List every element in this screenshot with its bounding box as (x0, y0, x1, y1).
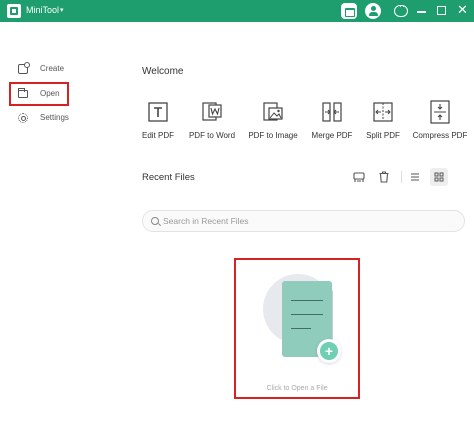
toolbar-divider (401, 171, 402, 183)
chat-icon[interactable] (394, 1, 408, 17)
search-box[interactable] (142, 210, 465, 232)
sidebar-item-create[interactable]: Create (12, 59, 72, 79)
tool-label: PDF to Word (188, 131, 236, 140)
user-icon[interactable] (365, 3, 381, 19)
open-file-dropzone[interactable]: + Click to Open a File (234, 258, 360, 399)
open-file-caption: Click to Open a File (266, 385, 328, 392)
add-file-plus-icon[interactable]: + (317, 339, 341, 363)
search-icon (151, 217, 159, 225)
clean-icon[interactable] (350, 168, 368, 186)
app-name[interactable]: MiniTool (26, 5, 59, 15)
tool-edit-pdf[interactable]: Edit PDF (128, 100, 188, 144)
sidebar-item-label: Create (40, 64, 65, 73)
trash-icon[interactable] (375, 168, 393, 186)
search-input[interactable] (163, 211, 453, 231)
tool-label: PDF to Image (248, 131, 298, 140)
grid-view-icon[interactable] (430, 168, 448, 186)
welcome-heading: Welcome (142, 66, 184, 77)
tool-split-pdf[interactable]: Split PDF (353, 100, 413, 144)
open-highlight-box (9, 82, 69, 106)
tool-compress-pdf[interactable]: Compress PDF (410, 100, 470, 144)
list-view-icon[interactable] (406, 168, 424, 186)
close-button[interactable]: ✕ (457, 3, 468, 17)
tool-pdf-to-image[interactable]: PDF to Image (243, 100, 303, 144)
create-icon (18, 62, 30, 74)
image-convert-icon (263, 100, 283, 124)
sidebar-item-settings[interactable]: Settings (12, 108, 72, 128)
recent-files-title: Recent Files (142, 172, 195, 183)
compress-icon (430, 100, 450, 124)
tool-label: Compress PDF (412, 131, 468, 140)
title-bar: MiniTool ▾ ✕ (0, 0, 474, 22)
tool-label: Edit PDF (141, 131, 174, 140)
maximize-button[interactable] (437, 6, 446, 15)
merge-icon (322, 100, 342, 124)
store-icon[interactable] (341, 3, 357, 19)
text-edit-icon (148, 100, 168, 124)
tool-pdf-to-word[interactable]: PDF to Word (182, 100, 242, 144)
tool-label: Split PDF (366, 131, 400, 140)
app-logo-icon (7, 4, 21, 18)
app-menu-chevron-down-icon[interactable]: ▾ (60, 5, 64, 17)
split-icon (373, 100, 393, 124)
gear-icon (18, 113, 28, 123)
sidebar-item-label: Settings (40, 113, 69, 122)
minimize-button[interactable] (417, 11, 426, 13)
word-convert-icon (202, 100, 222, 124)
